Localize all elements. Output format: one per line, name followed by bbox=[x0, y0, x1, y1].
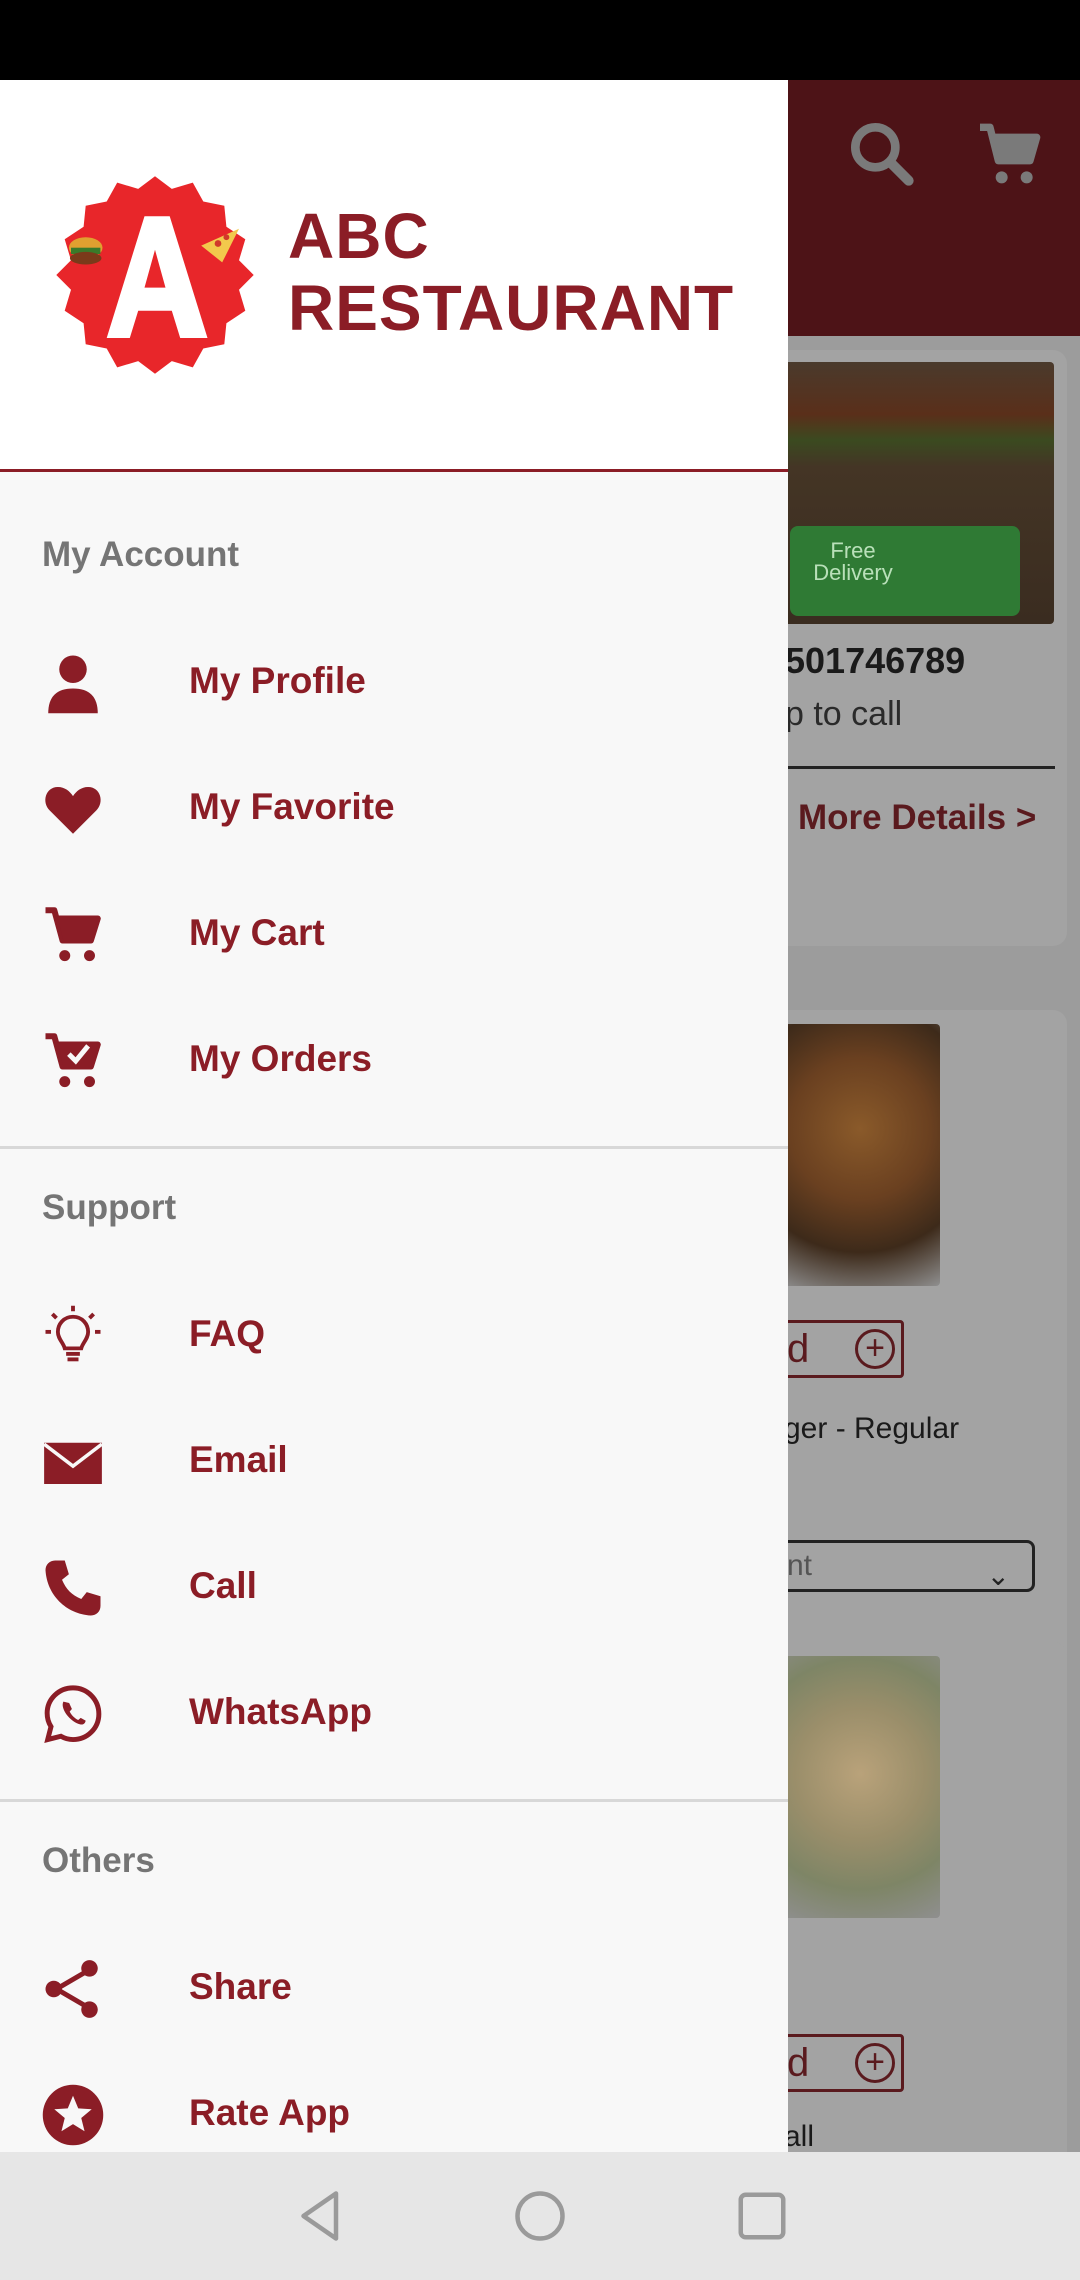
navigation-drawer: ABC RESTAURANT My Account My Profile My … bbox=[0, 80, 788, 2152]
menu-item-label: Email bbox=[189, 1439, 288, 1480]
more-details-link[interactable]: More Details > bbox=[798, 798, 1036, 838]
menu-item-email[interactable]: Email bbox=[0, 1399, 788, 1525]
section-divider bbox=[0, 1799, 788, 1802]
whatsapp-icon bbox=[44, 1685, 102, 1743]
menu-item-label: FAQ bbox=[189, 1313, 266, 1354]
dish-image bbox=[780, 1656, 940, 1918]
person-icon bbox=[48, 655, 98, 714]
system-nav-bar bbox=[0, 2152, 1080, 2280]
menu-item-label: My Favorite bbox=[189, 786, 395, 827]
delivery-banner-label: Free Delivery bbox=[813, 538, 893, 585]
section-title-others: Others bbox=[42, 1841, 155, 1880]
brand-line-2: RESTAURANT bbox=[288, 272, 735, 344]
brand-name: ABC RESTAURANT bbox=[288, 200, 734, 344]
card-divider bbox=[780, 766, 1055, 769]
cart-icon bbox=[45, 907, 101, 962]
status-bar bbox=[0, 0, 1080, 80]
star-icon bbox=[42, 2084, 104, 2146]
add-button[interactable]: d + bbox=[780, 1320, 904, 1378]
section-title-my-account: My Account bbox=[42, 535, 240, 574]
section-title-support: Support bbox=[42, 1188, 177, 1227]
back-icon[interactable] bbox=[291, 2186, 351, 2246]
add-label: d bbox=[787, 1327, 810, 1371]
variant-select[interactable]: nt ⌄ bbox=[780, 1540, 1035, 1592]
product-name: all bbox=[784, 2120, 815, 2152]
menu-item-label: My Orders bbox=[189, 1038, 373, 1079]
cart-icon[interactable] bbox=[970, 114, 1050, 194]
home-icon[interactable] bbox=[510, 2186, 570, 2246]
menu-item-label: Share bbox=[189, 1966, 292, 2007]
menu-item-my-cart[interactable]: My Cart bbox=[0, 872, 788, 998]
menu-item-label: My Profile bbox=[189, 660, 366, 701]
menu-item-my-favorite[interactable]: My Favorite bbox=[0, 746, 788, 872]
add-label: d bbox=[787, 2041, 810, 2085]
drawer-header: ABC RESTAURANT bbox=[0, 80, 788, 472]
lightbulb-icon bbox=[45, 1305, 101, 1362]
envelope-icon bbox=[43, 1442, 103, 1484]
menu-item-rate-app[interactable]: Rate App bbox=[0, 2052, 788, 2152]
delivery-banner: Free Delivery bbox=[790, 526, 1020, 616]
plus-icon: + bbox=[855, 1329, 895, 1369]
menu-item-faq[interactable]: FAQ bbox=[0, 1273, 788, 1399]
share-icon bbox=[45, 1960, 98, 2018]
add-button[interactable]: d + bbox=[780, 2034, 904, 2092]
menu-item-label: Call bbox=[189, 1565, 257, 1606]
burger-image bbox=[780, 1024, 940, 1286]
restaurant-logo bbox=[56, 176, 254, 374]
cart-check-icon bbox=[45, 1033, 101, 1088]
section-divider bbox=[0, 1146, 788, 1149]
tap-to-call-text[interactable]: p to call bbox=[785, 695, 902, 734]
plus-icon: + bbox=[855, 2043, 895, 2083]
product-name: ger - Regular bbox=[784, 1412, 960, 1445]
heart-icon bbox=[45, 787, 101, 834]
search-icon[interactable] bbox=[842, 114, 922, 194]
recents-icon[interactable] bbox=[732, 2186, 792, 2246]
menu-item-my-profile[interactable]: My Profile bbox=[0, 620, 788, 746]
menu-item-label: Rate App bbox=[189, 2092, 351, 2133]
chevron-down-icon: ⌄ bbox=[986, 1560, 1010, 1591]
contact-phone: 501746789 bbox=[785, 640, 966, 681]
menu-item-label: WhatsApp bbox=[189, 1691, 372, 1732]
variant-select-value: nt bbox=[787, 1549, 813, 1582]
menu-item-call[interactable]: Call bbox=[0, 1525, 788, 1651]
menu-item-share[interactable]: Share bbox=[0, 1926, 788, 2052]
menu-item-my-orders[interactable]: My Orders bbox=[0, 998, 788, 1124]
menu-item-whatsapp[interactable]: WhatsApp bbox=[0, 1651, 788, 1777]
phone-icon bbox=[45, 1560, 101, 1616]
brand-line-1: ABC bbox=[288, 200, 430, 272]
menu-item-label: My Cart bbox=[189, 912, 325, 953]
